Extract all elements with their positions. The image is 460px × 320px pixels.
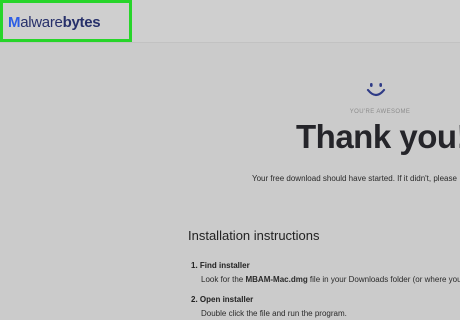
step-1-text: Look for the MBAM-Mac.dmg file in your D…	[201, 275, 460, 284]
step-2-title: 2. Open installer	[191, 295, 253, 304]
step-2-number: 2.	[191, 295, 198, 304]
step-1-number: 1.	[191, 261, 198, 270]
step-2-label: Open installer	[199, 295, 254, 304]
step-1-label: Find installer	[199, 261, 250, 270]
step-1-text-before: Look for the	[201, 275, 246, 284]
smiley-icon	[366, 83, 386, 97]
logo-highlight[interactable]: Malwarebytes	[0, 0, 132, 42]
logo-letter: M	[8, 14, 21, 31]
logo-text-mid: alware	[20, 14, 63, 31]
step-2-text: Double click the file and run the progra…	[201, 309, 347, 318]
download-message: Your free download should have started. …	[252, 174, 457, 183]
malwarebytes-logo[interactable]: Malwarebytes	[8, 14, 101, 31]
step-1-title: 1. Find installer	[191, 261, 250, 270]
page-title: Thank you!	[296, 118, 460, 155]
logo-text-suffix: bytes	[62, 14, 101, 31]
installer-filename: MBAM-Mac.dmg	[245, 275, 308, 284]
step-1-text-after: file in your Downloads folder (or where …	[307, 275, 460, 284]
instructions-title: Installation instructions	[188, 228, 320, 243]
tagline: YOU'RE AWESOME	[349, 109, 411, 115]
